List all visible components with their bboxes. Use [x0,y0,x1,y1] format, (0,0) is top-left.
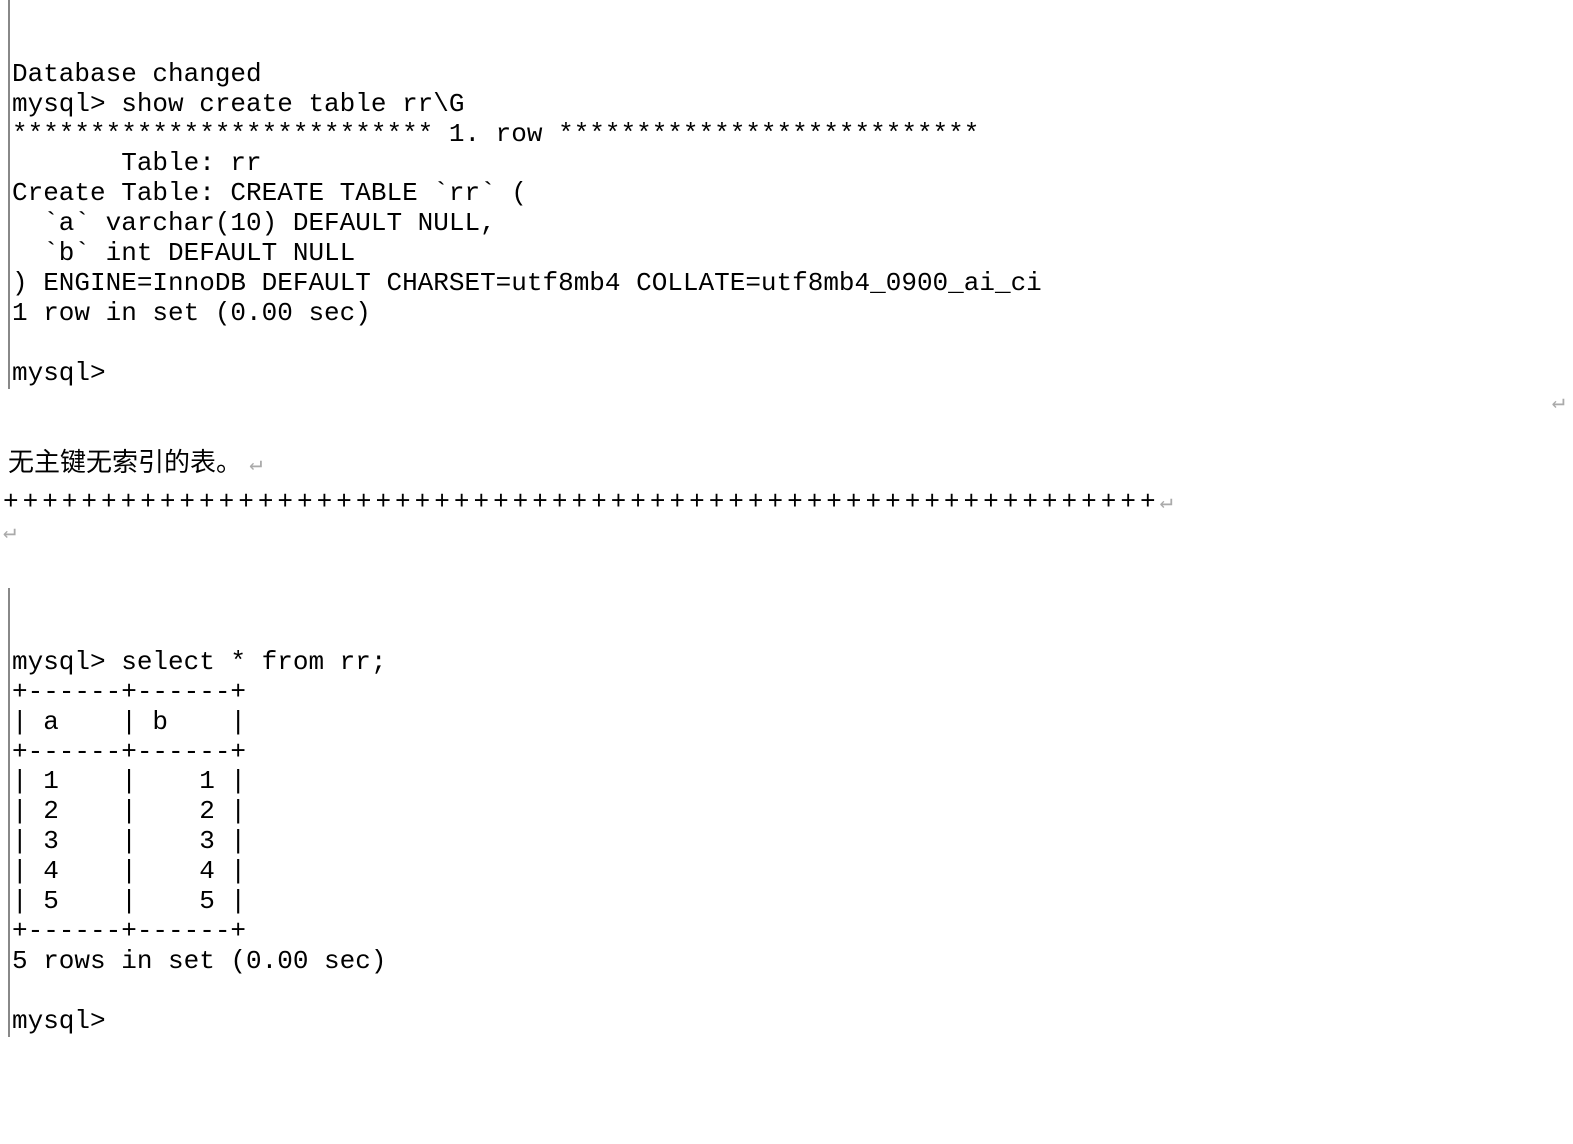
plus-separator-row: ++++++++++++++++++++++++++++++++++++++++… [3,488,1573,518]
terminal-line: Database changed [12,59,262,89]
return-arrow-icon: ↵ [1552,390,1565,415]
return-arrow-icon: ↵ [249,452,262,477]
narrative-text-row: 无主键无索引的表。 ↵ [8,448,1573,478]
terminal-line: `b` int DEFAULT NULL [12,238,355,268]
terminal-line: *************************** 1. row *****… [12,119,979,149]
terminal-line: | a | b | [12,707,246,737]
terminal-line: 5 rows in set (0.00 sec) [12,946,386,976]
terminal-block-1: Database changed mysql> show create tabl… [8,0,1573,389]
terminal-line: 1 row in set (0.00 sec) [12,298,371,328]
paragraph-return-row: ↵ [0,389,1573,419]
terminal-line: | 2 | 2 | [12,796,246,826]
terminal-line: mysql> [12,1006,106,1036]
narrative-text: 无主键无索引的表。 [8,447,242,477]
terminal-block-2: mysql> select * from rr; +------+------+… [8,588,1573,1036]
terminal-line: Table: rr [12,148,262,178]
terminal-line: Create Table: CREATE TABLE `rr` ( [12,178,527,208]
terminal-line: mysql> show create table rr\G [12,89,464,119]
blank-return-row: ↵ [3,518,1573,548]
terminal-line: | 1 | 1 | [12,766,246,796]
return-arrow-icon: ↵ [1160,490,1177,515]
terminal-line: `a` varchar(10) DEFAULT NULL, [12,208,496,238]
terminal-line: | 3 | 3 | [12,826,246,856]
terminal-line: ) ENGINE=InnoDB DEFAULT CHARSET=utf8mb4 … [12,268,1042,298]
terminal-line: mysql> select * from rr; [12,647,386,677]
terminal-line: +------+------+ [12,677,246,707]
terminal-line: | 5 | 5 | [12,886,246,916]
return-arrow-icon: ↵ [3,520,16,545]
plus-separator: ++++++++++++++++++++++++++++++++++++++++… [3,488,1160,517]
terminal-line: | 4 | 4 | [12,856,246,886]
terminal-line: +------+------+ [12,916,246,946]
terminal-line: mysql> [12,358,106,388]
terminal-line: +------+------+ [12,737,246,767]
